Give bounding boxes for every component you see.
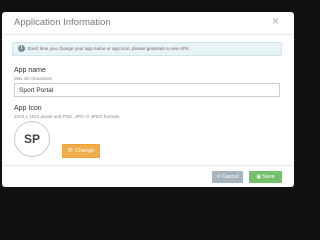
refresh-icon: ⟳ [67,148,73,154]
save-button[interactable]: ▣Save [249,171,282,183]
dialog-footer: ✕Cancel ▣Save [2,165,294,188]
info-icon: i [18,45,25,52]
alert-text: Each time you change your app name or ap… [28,46,190,51]
app-name-hint: Max 30 characters [14,76,52,81]
save-button-label: Save [262,174,275,180]
close-icon[interactable]: × [272,15,279,27]
application-information-dialog: Application Information × i Each time yo… [2,12,294,187]
app-name-input[interactable] [14,83,280,97]
dialog-header: Application Information × [2,12,294,35]
app-icon-label: App Icon [14,105,42,112]
change-button-label: Change [74,148,95,154]
cancel-button-label: Cancel [221,174,239,180]
change-icon-button[interactable]: ⟳ Change [62,144,100,158]
page-backdrop: Application Information × i Each time yo… [0,0,300,201]
app-name-label: App name [14,67,46,74]
dialog-title: Application Information [14,17,111,28]
info-alert: i Each time you change your app name or … [12,42,282,56]
cancel-icon: ✕ [216,174,221,180]
app-icon-avatar: SP [14,121,50,157]
cancel-button[interactable]: ✕Cancel [212,171,243,183]
save-icon: ▣ [256,174,262,180]
app-icon-hint: 1024 x 1024 pixels and PNG, JPG or JPEG … [14,114,121,119]
